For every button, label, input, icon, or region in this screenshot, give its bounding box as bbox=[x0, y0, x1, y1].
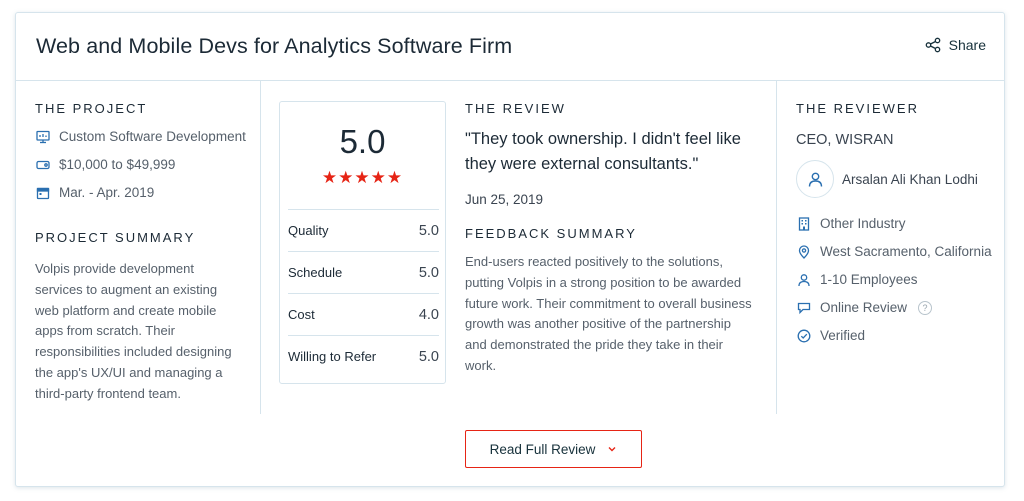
reviewer-review-type: Online Review ? bbox=[797, 300, 933, 315]
industry-text: Other Industry bbox=[820, 216, 906, 231]
reviewer-location: West Sacramento, California bbox=[797, 244, 992, 259]
read-full-review-button[interactable]: Read Full Review bbox=[465, 430, 642, 468]
project-dates: Mar. - Apr. 2019 bbox=[36, 185, 154, 200]
reviewer-verified: Verified bbox=[797, 328, 865, 343]
share-icon bbox=[925, 37, 940, 53]
review-title: Web and Mobile Devs for Analytics Softwa… bbox=[36, 34, 513, 58]
rating-label: Willing to Refer bbox=[288, 349, 377, 364]
project-summary-label: PROJECT SUMMARY bbox=[35, 230, 196, 245]
review-date: Jun 25, 2019 bbox=[465, 192, 544, 207]
review-quote: "They took ownership. I didn't feel like… bbox=[465, 130, 741, 173]
column-divider bbox=[260, 81, 261, 414]
person-icon bbox=[798, 273, 810, 286]
rating-label: Quality bbox=[288, 223, 329, 238]
user-icon bbox=[808, 172, 822, 187]
rating-row-schedule: Schedule 5.0 bbox=[288, 251, 439, 293]
reviewer-title: CEO, WISRAN bbox=[796, 132, 894, 148]
rating-row-quality: Quality 5.0 bbox=[288, 209, 439, 251]
location-pin-icon bbox=[798, 244, 810, 259]
employees-text: 1-10 Employees bbox=[820, 272, 918, 287]
monitor-icon bbox=[36, 130, 50, 143]
building-icon bbox=[798, 216, 810, 231]
feedback-summary-label: FEEDBACK SUMMARY bbox=[465, 226, 637, 241]
star-rating: ★★★★★ bbox=[321, 168, 404, 187]
rating-value: 4.0 bbox=[418, 306, 439, 323]
rating-label: Schedule bbox=[288, 265, 343, 280]
share-button[interactable]: Share bbox=[925, 37, 986, 53]
service-text: Custom Software Development bbox=[59, 129, 246, 144]
card-header: Web and Mobile Devs for Analytics Softwa… bbox=[16, 13, 1004, 81]
rating-row-cost: Cost 4.0 bbox=[288, 293, 439, 335]
project-budget: $10,000 to $49,999 bbox=[36, 157, 175, 172]
dates-text: Mar. - Apr. 2019 bbox=[59, 185, 155, 200]
avatar bbox=[796, 160, 834, 198]
overall-rating: 5.0 bbox=[339, 123, 386, 160]
calendar-icon bbox=[36, 187, 50, 199]
verified-text: Verified bbox=[820, 328, 866, 343]
rating-row-willing-to-refer: Willing to Refer 5.0 bbox=[288, 335, 439, 377]
budget-text: $10,000 to $49,999 bbox=[59, 157, 176, 172]
price-tag-icon bbox=[36, 160, 50, 169]
rating-value: 5.0 bbox=[418, 264, 439, 281]
chevron-down-icon bbox=[608, 447, 616, 452]
project-summary-text: Volpis provide development services to a… bbox=[35, 261, 232, 401]
read-full-review-label: Read Full Review bbox=[489, 441, 596, 457]
column-divider bbox=[776, 81, 777, 414]
help-icon[interactable]: ? bbox=[918, 300, 933, 315]
rating-value: 5.0 bbox=[418, 348, 439, 365]
reviewer-industry: Other Industry bbox=[797, 216, 906, 231]
rating-box: 5.0 ★★★★★ Quality 5.0 Schedule 5.0 Cost … bbox=[279, 101, 446, 384]
review-card: Web and Mobile Devs for Analytics Softwa… bbox=[15, 12, 1005, 487]
review-type-text: Online Review bbox=[820, 300, 908, 315]
check-circle-icon bbox=[797, 329, 811, 342]
location-text: West Sacramento, California bbox=[820, 244, 992, 259]
rating-label: Cost bbox=[288, 307, 315, 322]
chat-bubble-icon bbox=[797, 302, 811, 314]
share-label: Share bbox=[948, 37, 986, 53]
reviewer-employees: 1-10 Employees bbox=[797, 272, 918, 287]
review-section-label: THE REVIEW bbox=[465, 101, 566, 116]
reviewer-name: Arsalan Ali Khan Lodhi bbox=[842, 172, 978, 187]
rating-value: 5.0 bbox=[418, 222, 439, 239]
feedback-summary-text: End-users reacted positively to the solu… bbox=[465, 254, 752, 373]
project-service: Custom Software Development bbox=[36, 129, 246, 144]
project-section-label: THE PROJECT bbox=[35, 101, 148, 116]
reviewer-section-label: THE REVIEWER bbox=[796, 101, 919, 116]
